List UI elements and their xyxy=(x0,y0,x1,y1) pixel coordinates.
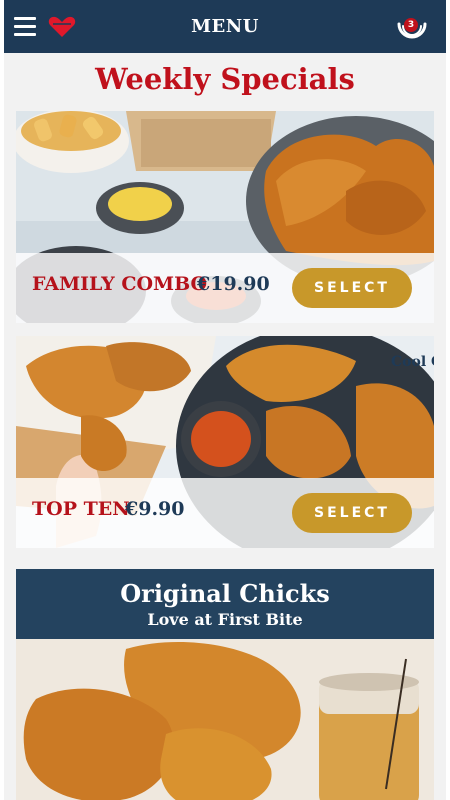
top-nav-bar: MENU 3 xyxy=(4,0,446,53)
top-ten-bar: TOP TEN €9.90 SELECT xyxy=(16,478,434,548)
promo-title: Original Chicks xyxy=(120,579,330,608)
original-chicks-photo xyxy=(16,639,434,800)
app-frame: MENU 3 Weekly Specials FAMILY COMBO €19.… xyxy=(4,0,446,800)
promo-subtitle: Love at First Bite xyxy=(147,610,303,629)
item-price: €19.90 xyxy=(197,273,270,295)
original-chicks-promo[interactable]: Original Chicks Love at First Bite xyxy=(16,569,434,800)
special-card-family-combo[interactable]: FAMILY COMBO €19.90 SELECT xyxy=(16,111,434,323)
select-family-combo-button[interactable]: SELECT xyxy=(292,268,412,308)
item-price: €9.90 xyxy=(125,498,185,520)
cart-count-badge: 3 xyxy=(404,18,418,32)
item-name: FAMILY COMBO xyxy=(32,273,208,295)
special-card-top-ten[interactable]: Cool C TOP TEN €9.90 SELECT xyxy=(16,336,434,548)
select-top-ten-button[interactable]: SELECT xyxy=(292,493,412,533)
promo-banner: Original Chicks Love at First Bite xyxy=(16,569,434,639)
svg-text:Cool C: Cool C xyxy=(391,354,434,370)
section-title: Weekly Specials xyxy=(95,62,355,96)
item-name: TOP TEN xyxy=(32,498,130,520)
family-combo-bar: FAMILY COMBO €19.90 SELECT xyxy=(16,253,434,323)
page-title: MENU xyxy=(191,16,259,37)
